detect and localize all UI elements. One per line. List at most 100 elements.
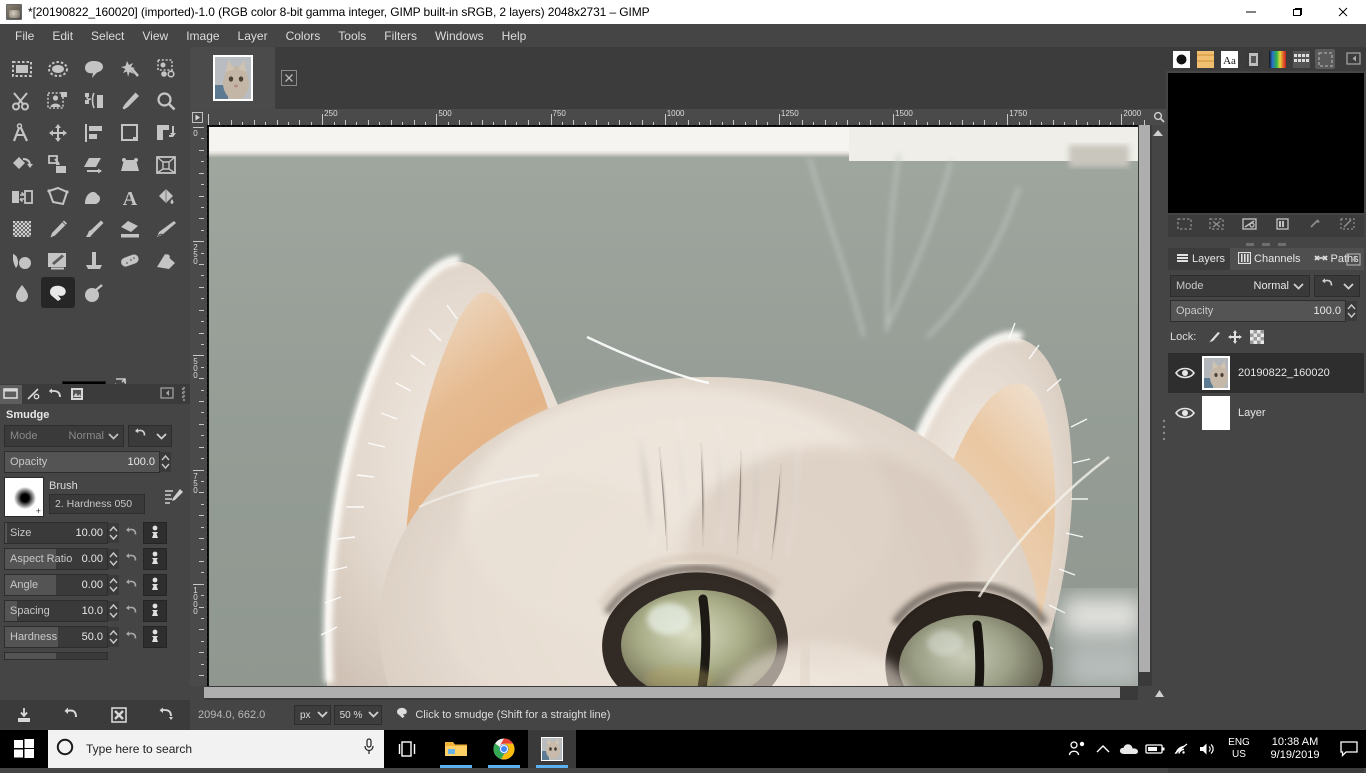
brushes-tab[interactable]: [1171, 49, 1191, 69]
canvas-photo[interactable]: [209, 127, 1142, 686]
volume-icon[interactable]: [1194, 730, 1220, 768]
rotate-icon[interactable]: [5, 149, 39, 180]
file-explorer-icon[interactable]: [432, 730, 480, 768]
layer-opacity-slider[interactable]: Opacity 100.0: [1170, 300, 1346, 322]
aspect-ratio-reset-icon[interactable]: [119, 548, 143, 570]
warp-transform-icon[interactable]: [77, 181, 111, 212]
layer-mode-reset-dropdown[interactable]: [1314, 275, 1360, 297]
canvas-vertical-scrollbar[interactable]: [1138, 125, 1152, 686]
tool-presets-tab[interactable]: [1315, 49, 1335, 69]
open-brush-icon[interactable]: [1340, 217, 1355, 236]
hardness-slider[interactable]: Hardness 50.0: [4, 626, 108, 648]
document-history-tab[interactable]: [1243, 49, 1263, 69]
task-view-icon[interactable]: [384, 730, 432, 768]
delete-brush-icon[interactable]: [1275, 217, 1290, 236]
crop-icon[interactable]: [113, 117, 147, 148]
menu-colors[interactable]: Colors: [277, 26, 330, 46]
brush-select[interactable]: 2. Hardness 050: [49, 494, 145, 514]
scroll-up-icon[interactable]: [1152, 125, 1166, 137]
text-icon[interactable]: A: [113, 181, 147, 212]
measure-icon[interactable]: [5, 117, 39, 148]
dodge-burn-icon[interactable]: [77, 277, 111, 308]
show-hidden-icons-icon[interactable]: [1090, 730, 1116, 768]
delete-tool-preset-icon[interactable]: [107, 704, 131, 726]
duplicate-brush-icon[interactable]: [1242, 217, 1257, 236]
flip-icon[interactable]: [5, 181, 39, 212]
gimp-taskbar-icon[interactable]: [528, 730, 576, 768]
wifi-icon[interactable]: [1168, 730, 1194, 768]
dock-grip[interactable]: [1161, 417, 1167, 447]
size-slider[interactable]: Size 10.00: [4, 522, 108, 544]
refresh-brushes-icon[interactable]: [1307, 217, 1322, 236]
smudge-icon[interactable]: [41, 277, 75, 308]
quick-mask-icon[interactable]: [1152, 686, 1166, 700]
image-tab[interactable]: [190, 47, 275, 109]
ellipse-select-icon[interactable]: [41, 53, 75, 84]
layer-visibility-icon-1[interactable]: [1168, 406, 1202, 420]
layer-row-0[interactable]: 20190822_160020: [1168, 353, 1364, 393]
lock-pixels-icon[interactable]: [1202, 328, 1224, 346]
images-icon[interactable]: [66, 385, 88, 404]
close-button[interactable]: [1320, 0, 1366, 24]
menu-filters[interactable]: Filters: [375, 26, 426, 46]
zoom-icon[interactable]: [149, 85, 183, 116]
tool-options-grip[interactable]: [179, 386, 187, 400]
angle-dynamics-lock-icon[interactable]: [143, 574, 167, 596]
layer-visibility-icon-0[interactable]: [1168, 366, 1202, 380]
spacing-reset-icon[interactable]: [119, 600, 143, 622]
gradient-icon[interactable]: [5, 213, 39, 244]
new-brush-icon[interactable]: [1209, 217, 1225, 236]
mypaint-brush-icon[interactable]: [5, 245, 39, 276]
opacity-slider[interactable]: Opacity 100.0: [4, 451, 160, 473]
spacing-slider[interactable]: Spacing 10.0: [4, 600, 108, 622]
transform-icon[interactable]: [149, 117, 183, 148]
spacing-dynamics-lock-icon[interactable]: [143, 600, 167, 622]
mode-dropdown[interactable]: Mode Normal: [4, 425, 124, 447]
menu-edit[interactable]: Edit: [43, 26, 82, 46]
lock-alpha-icon[interactable]: [1246, 328, 1268, 346]
tab-layers[interactable]: Layers: [1168, 248, 1230, 270]
minimize-button[interactable]: [1228, 0, 1274, 24]
edit-brush-icon[interactable]: [162, 486, 186, 508]
windows-start-icon[interactable]: [0, 730, 48, 768]
fuzzy-select-icon[interactable]: [113, 53, 147, 84]
search-input[interactable]: Type here to search: [48, 730, 384, 768]
move-icon[interactable]: [41, 117, 75, 148]
undo-history-icon[interactable]: [44, 385, 66, 404]
patterns-tab[interactable]: [1195, 49, 1215, 69]
language-indicator[interactable]: ENG US: [1220, 730, 1258, 768]
perspective-clone-icon[interactable]: [113, 245, 147, 276]
fonts-tab[interactable]: Aa: [1219, 49, 1239, 69]
maximize-button[interactable]: [1274, 0, 1320, 24]
menu-view[interactable]: View: [133, 26, 177, 46]
navigation-icon[interactable]: [1152, 109, 1166, 125]
aspect-ratio-slider[interactable]: Aspect Ratio 0.00: [4, 548, 108, 570]
palettes-tab[interactable]: [1291, 49, 1311, 69]
ink-icon[interactable]: [149, 213, 183, 244]
image-modes-icon[interactable]: [22, 385, 44, 404]
opacity-stepper[interactable]: [160, 452, 171, 472]
edit-brush-icon[interactable]: [1177, 217, 1192, 236]
brush-thumbnail[interactable]: +: [4, 477, 44, 517]
collapse-layers-icon[interactable]: [1346, 252, 1361, 267]
aspect-ratio-stepper[interactable]: [108, 549, 119, 569]
mode-reset-dropdown[interactable]: [128, 425, 172, 447]
spacing-stepper[interactable]: [108, 601, 119, 621]
reset-tool-options-icon[interactable]: [154, 704, 178, 726]
hardness-reset-icon[interactable]: [119, 626, 143, 648]
free-select-icon[interactable]: [77, 53, 111, 84]
lock-position-icon[interactable]: [1224, 328, 1246, 346]
menu-image[interactable]: Image: [177, 26, 228, 46]
force-slider[interactable]: [4, 652, 108, 660]
menu-file[interactable]: File: [6, 26, 43, 46]
people-icon[interactable]: [1064, 730, 1090, 768]
paths-icon[interactable]: [77, 85, 111, 116]
action-center-icon[interactable]: [1332, 730, 1366, 768]
horizontal-ruler[interactable]: 250 500 750 1000 1250 1500 1750 2000: [204, 109, 1152, 125]
layer-mode-dropdown[interactable]: Mode Normal: [1170, 275, 1310, 297]
device-status-icon[interactable]: [0, 384, 22, 404]
3d-transform-icon[interactable]: [149, 149, 183, 180]
menu-windows[interactable]: Windows: [426, 26, 493, 46]
rectangle-select-icon[interactable]: [5, 53, 39, 84]
foreground-select-icon[interactable]: [41, 85, 75, 116]
